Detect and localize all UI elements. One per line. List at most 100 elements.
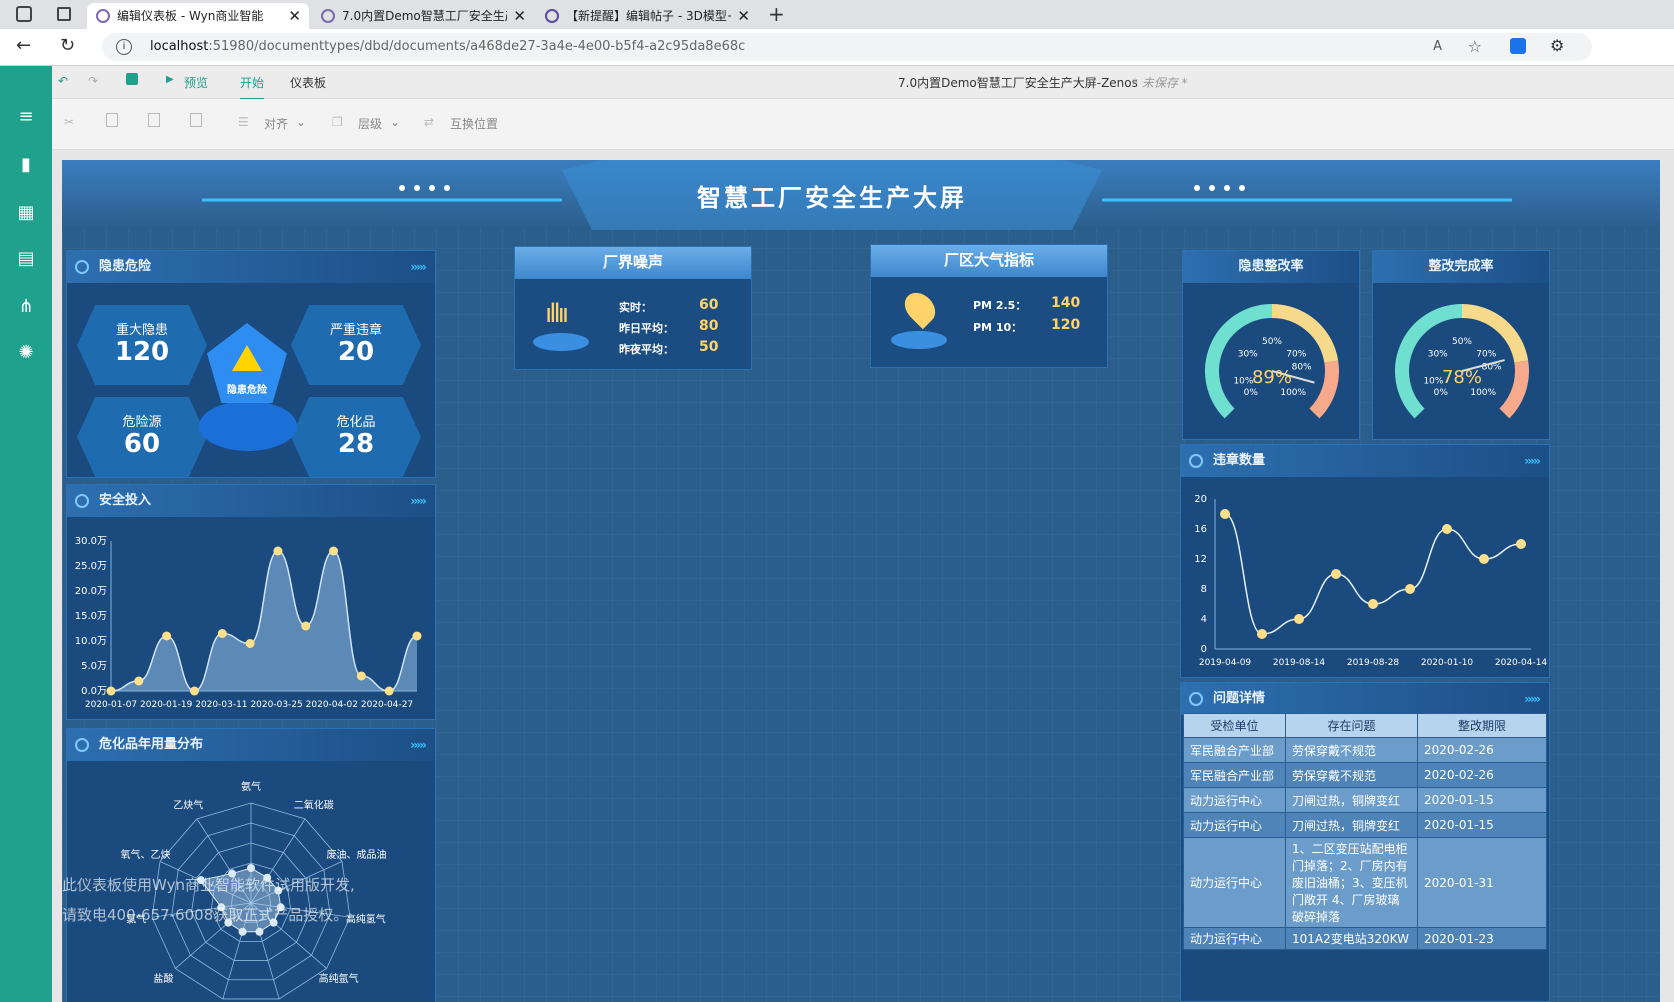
radar-point <box>247 864 255 872</box>
table-cell: 2020-01-23 <box>1417 927 1547 950</box>
table-cell: 动力运行中心 <box>1183 812 1286 838</box>
refresh-icon[interactable]: ↻ <box>60 35 75 56</box>
panel-title-icon <box>75 494 89 508</box>
play-icon[interactable]: ▶ <box>166 74 174 85</box>
back-icon[interactable]: ← <box>16 35 31 56</box>
chevron-down-icon[interactable]: ⌄ <box>296 115 306 129</box>
data-point <box>356 671 366 681</box>
table-cell: 2020-02-26 <box>1417 762 1547 788</box>
table-cell: 2020-01-15 <box>1417 787 1547 813</box>
extensions-icon[interactable]: ⚙ <box>1550 36 1564 55</box>
new-tab-icon[interactable]: + <box>768 2 785 26</box>
editor-toolbar: ↶ ↷ ▶ 预览 开始 仪表板 7.0内置Demo智慧工厂安全生产大屏-Zeno… <box>52 66 1674 100</box>
table-cell: 2020-01-15 <box>1417 812 1547 838</box>
data-point <box>189 686 199 696</box>
swap-icon[interactable]: ⇄ <box>424 115 434 129</box>
redo-icon[interactable]: ↷ <box>88 74 98 88</box>
preview-button[interactable]: 预览 <box>184 74 208 91</box>
air-key: PM 10： <box>973 321 1023 334</box>
info-icon[interactable]: i <box>116 39 132 55</box>
bulb-icon[interactable]: ✺ <box>15 342 37 364</box>
tab-dashboard[interactable]: 仪表板 <box>290 74 326 91</box>
tab-actions-icon[interactable] <box>57 7 71 21</box>
collections-icon[interactable] <box>1510 38 1526 54</box>
close-tab-icon[interactable]: ✕ <box>513 3 526 29</box>
url-host: localhost <box>150 39 209 54</box>
delete-icon[interactable] <box>190 113 202 127</box>
paste-icon[interactable] <box>148 113 160 127</box>
save-icon[interactable] <box>126 73 138 85</box>
url-path: :51980/documenttypes/dbd/documents/a468d… <box>208 39 746 54</box>
air-panel[interactable]: 厂区大气指标 PM 2.5： 140 PM 10： 120 <box>870 244 1108 368</box>
gauge-tick-label: 80% <box>1292 362 1312 372</box>
chevron-down-icon[interactable]: ⌄ <box>390 115 400 129</box>
radar-axis-label: 二氧化碳 <box>294 798 334 811</box>
data-point <box>162 631 172 641</box>
data-point <box>1257 629 1267 639</box>
chevron-icon: ››››› <box>1524 454 1541 468</box>
panel-title: 危化品年用量分布 ››››› <box>67 729 435 761</box>
gauge-panel-completion[interactable]: 整改完成率 0% 10% 30% 50% 70% 80% 100% 78% <box>1372 250 1550 440</box>
close-tab-icon[interactable]: ✕ <box>737 3 750 29</box>
gauge-tick-label: 10% <box>1233 376 1253 386</box>
y-tick-label: 8 <box>1201 584 1207 595</box>
report-icon[interactable]: ▤ <box>15 248 37 270</box>
data-point <box>1479 554 1489 564</box>
tab-start[interactable]: 开始 <box>240 74 265 100</box>
browser-tab[interactable]: 【新提醒】编辑帖子 - 3D模型+B ✕ <box>536 3 758 29</box>
menu-icon[interactable]: ≡ <box>15 106 37 128</box>
address-bar-row: ← ↻ i localhost:51980/documenttypes/dbd/… <box>0 29 1674 66</box>
align-dropdown[interactable]: 对齐 <box>264 115 288 132</box>
table-cell: 劳保穿戴不规范 <box>1285 737 1418 763</box>
y-tick-label: 5.0万 <box>81 661 107 672</box>
cut-icon[interactable]: ✂ <box>64 115 74 129</box>
undo-icon[interactable]: ↶ <box>58 74 68 88</box>
layer-dropdown[interactable]: 层级 <box>358 115 382 132</box>
url-field[interactable]: i localhost:51980/documenttypes/dbd/docu… <box>102 33 1592 61</box>
bar-chart-icon[interactable]: ▮ <box>15 154 37 176</box>
y-tick-label: 16 <box>1194 524 1207 535</box>
workspaces-icon[interactable] <box>16 6 32 22</box>
align-icon[interactable]: ☰ <box>238 115 249 129</box>
y-tick-label: 20.0万 <box>75 586 107 597</box>
gauge-tick-label: 70% <box>1286 349 1306 359</box>
table-cell: 刀闸过热，铜牌变红 <box>1285 787 1418 813</box>
table-cell: 动力运行中心 <box>1183 927 1286 950</box>
gauge-tick-label: 30% <box>1238 349 1258 359</box>
radar-axis-label: 高纯氩气 <box>319 972 359 985</box>
swap-position-button[interactable]: 互换位置 <box>450 115 498 132</box>
browser-tab[interactable]: 7.0内置Demo智慧工厂安全生产大 ✕ <box>312 3 534 29</box>
favorite-star-icon[interactable]: ☆ <box>1468 33 1482 61</box>
panel-title: 隐患整改率 <box>1183 251 1359 283</box>
gauge-arc-high <box>1499 360 1529 419</box>
x-tick-label: 2020-04-27 <box>361 700 413 710</box>
close-tab-icon[interactable]: ✕ <box>288 3 301 29</box>
layer-icon[interactable]: ❐ <box>332 115 343 129</box>
issues-panel[interactable]: 问题详情 ››››› 受检单位 存在问题 整改期限 军民融合产业部 劳保穿戴不规范 2… <box>1180 682 1550 1002</box>
table-cell: 1、二区变压站配电柜门掉落；2、厂房内有废旧油桶；3、变压机门敞开 4、厂房玻璃… <box>1285 837 1418 928</box>
copy-icon[interactable] <box>106 113 118 127</box>
sound-wave-icon: ıllıı <box>545 299 569 329</box>
data-model-icon[interactable]: ⋔ <box>15 296 37 318</box>
dashboard-title: 智慧工厂安全生产大屏 <box>697 184 967 212</box>
chem-panel[interactable]: 危化品年用量分布››››› 氨气二氧化碳废油、成品油高纯氢气高纯氩气高纯氮气硝酸… <box>66 728 436 1002</box>
browser-tab-active[interactable]: 编辑仪表板 - Wyn商业智能 ✕ <box>87 3 309 29</box>
table-cell: 劳保穿戴不规范 <box>1285 762 1418 788</box>
data-point <box>384 686 394 696</box>
data-point <box>245 639 255 648</box>
panel-title: 整改完成率 <box>1373 251 1549 283</box>
chevron-icon: ››››› <box>410 738 427 752</box>
gauge-panel-rectification[interactable]: 隐患整改率 0% 10% 30% 50% 70% 80% 100% 89% <box>1182 250 1360 440</box>
y-tick-label: 4 <box>1201 614 1207 625</box>
noise-panel[interactable]: 厂界噪声 ıllıı 实时： 60 昨日平均： 80 昨夜平均： 50 <box>514 246 752 370</box>
investment-panel[interactable]: 安全投入 ››››› 0.0万 5.0万 10.0万 15.0万 20.0万 25.0万 30… <box>66 484 436 720</box>
read-aloud-icon[interactable]: A <box>1433 33 1442 61</box>
dashboard-icon[interactable]: ▦ <box>15 202 37 224</box>
x-tick-label: 2019-08-28 <box>1347 658 1400 668</box>
gauge-tick-label: 10% <box>1423 376 1443 386</box>
y-tick-label: 12 <box>1194 554 1207 565</box>
hazard-panel[interactable]: 隐患危险 ››››› 重大隐患 120 严重违章 20 危险源 60 危化品 28 隐患危… <box>66 250 436 478</box>
dashboard-board: 智慧工厂安全生产大屏 隐患危险 ››››› 重大隐患 120 严重违章 20 危险源 6… <box>62 160 1660 1002</box>
data-point <box>412 631 422 641</box>
violation-panel[interactable]: 违章数量 ››››› 0 4 8 12 16 20 2019-04-09 2019-08-14 2… <box>1180 444 1550 678</box>
